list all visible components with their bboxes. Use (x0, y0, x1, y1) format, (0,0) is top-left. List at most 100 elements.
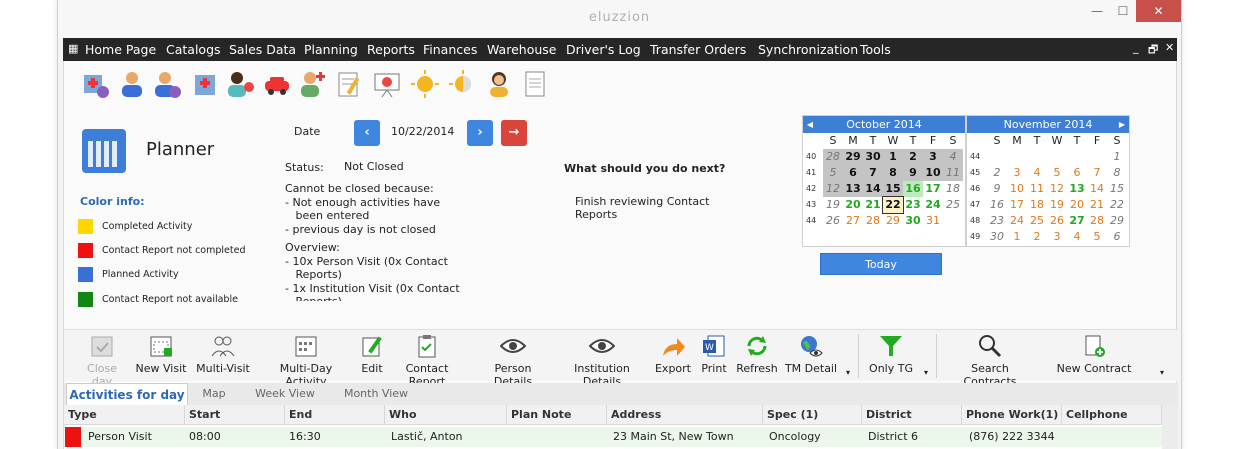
mdi-minimize-button[interactable]: _ (1133, 41, 1139, 54)
calendar-day[interactable]: 1 (1107, 149, 1127, 165)
calendar-day[interactable]: 6 (1107, 229, 1127, 245)
only-tg-button[interactable]: Only TG (868, 334, 914, 375)
tab-month-view[interactable]: Month View (332, 383, 420, 405)
person-location-icon[interactable] (225, 69, 255, 99)
calendar-day[interactable]: 7 (863, 165, 883, 181)
presentation-icon[interactable] (372, 69, 402, 99)
print-button[interactable]: W Print (698, 334, 730, 375)
calendar-day[interactable]: 30 (903, 213, 923, 229)
add-person-icon[interactable] (298, 69, 328, 99)
calendar-day[interactable]: 21 (863, 197, 883, 213)
notepad-icon[interactable] (334, 69, 364, 99)
calendar-day[interactable]: 25 (1027, 213, 1047, 229)
calendar-day[interactable]: 4 (943, 149, 963, 165)
tab-week-view[interactable]: Week View (240, 383, 330, 405)
only-tg-dropdown-icon[interactable]: ▾ (922, 368, 930, 377)
calendar-day[interactable]: 28 (863, 213, 883, 229)
calendar-day[interactable]: 2 (903, 149, 923, 165)
calendar-day[interactable]: 2 (987, 165, 1007, 181)
calendar-day[interactable]: 10 (1007, 181, 1027, 197)
calendar-day[interactable]: 8 (883, 165, 903, 181)
refresh-button[interactable]: Refresh (736, 334, 778, 375)
calendar-day[interactable]: 23 (987, 213, 1007, 229)
calendar-day[interactable]: 15 (883, 181, 903, 197)
menu-transfer-orders[interactable]: Transfer Orders (650, 42, 746, 57)
prev-day-button[interactable]: ‹ (354, 120, 380, 146)
calendar-day[interactable]: 3 (1007, 165, 1027, 181)
new-visit-button[interactable]: New Visit (134, 334, 188, 375)
search-contracts-button[interactable]: Search Contracts (944, 334, 1036, 388)
calendar-day[interactable]: 25 (943, 197, 963, 213)
calendar-day[interactable]: 26 (823, 213, 843, 229)
column-header-end[interactable]: End (285, 405, 385, 425)
calendar-day[interactable]: 16 (903, 181, 923, 197)
calendar-day[interactable]: 11 (943, 165, 963, 181)
calendar-day[interactable]: 1 (1007, 229, 1027, 245)
menu-drivers-log[interactable]: Driver's Log (566, 42, 641, 57)
calendar-day[interactable]: 9 (987, 181, 1007, 197)
calendar-day[interactable]: 10 (923, 165, 943, 181)
maximize-button[interactable]: ☐ (1110, 0, 1136, 22)
calendar-day[interactable]: 12 (1047, 181, 1067, 197)
menu-synchronization[interactable]: Synchronization (758, 42, 858, 57)
calendar-day[interactable]: 23 (903, 197, 923, 213)
calendar-day[interactable]: 19 (823, 197, 843, 213)
person-details-button[interactable]: Person Details (474, 334, 552, 388)
person-icon[interactable] (117, 69, 147, 99)
column-header-cellphone[interactable]: Cellphone (1062, 405, 1162, 425)
calendar-day[interactable]: 14 (863, 181, 883, 197)
calendar-day[interactable]: 17 (923, 181, 943, 197)
calendar-day[interactable]: 12 (823, 181, 843, 197)
new-contract-button[interactable]: New Contract (1054, 334, 1134, 375)
calendar-day[interactable]: 27 (843, 213, 863, 229)
calendar-day[interactable]: 24 (923, 197, 943, 213)
calendar-day[interactable]: 6 (843, 165, 863, 181)
half-sun-icon[interactable] (448, 69, 478, 99)
calendar-day[interactable]: 5 (1047, 165, 1067, 181)
edit-button[interactable]: Edit (356, 334, 388, 375)
today-button[interactable]: Today (820, 253, 942, 275)
menu-tools[interactable]: Tools (860, 42, 891, 57)
hospital-phone-icon[interactable] (80, 69, 110, 99)
calendar-day[interactable]: 9 (903, 165, 923, 181)
calendar-day[interactable]: 26 (1047, 213, 1067, 229)
next-day-button[interactable]: › (467, 120, 493, 146)
calendar-day[interactable]: 31 (923, 213, 943, 229)
person-phone-icon[interactable] (152, 69, 182, 99)
tab-map[interactable]: Map (192, 383, 236, 405)
calendar-day[interactable]: 28 (823, 149, 843, 165)
table-row[interactable]: Person Visit 08:00 16:30 Lastič, Anton 2… (64, 427, 1162, 447)
menu-finances[interactable]: Finances (423, 42, 477, 57)
calendar-day[interactable]: 29 (843, 149, 863, 165)
multi-visit-button[interactable]: Multi-Visit (192, 334, 254, 375)
calendar-day[interactable]: 29 (1107, 213, 1127, 229)
toolbar-overflow-icon[interactable]: ▾ (844, 368, 852, 377)
mdi-close-button[interactable]: ✕ (1165, 41, 1174, 54)
tm-detail-button[interactable]: TM Detail (782, 334, 840, 375)
column-header-who[interactable]: Who (385, 405, 507, 425)
calendar-day[interactable]: 27 (1067, 213, 1087, 229)
calendar-day[interactable]: 13 (843, 181, 863, 197)
calendar-day[interactable]: 4 (1067, 229, 1087, 245)
go-to-date-button[interactable]: → (501, 120, 527, 146)
calendar-day[interactable]: 5 (1087, 229, 1107, 245)
contact-report-button[interactable]: Contact Report (386, 334, 468, 388)
column-header-address[interactable]: Address (607, 405, 763, 425)
column-header-district[interactable]: District (862, 405, 962, 425)
calendar-prev-icon[interactable]: ◀ (803, 116, 817, 133)
calendar-day[interactable]: 19 (1047, 197, 1067, 213)
export-button[interactable]: Export (652, 334, 694, 375)
calendar-day[interactable]: 28 (1087, 213, 1107, 229)
toolbar-more-icon[interactable]: ▾ (1158, 368, 1166, 377)
calendar-day-selected[interactable]: 22 (882, 196, 904, 214)
calendar-day[interactable]: 17 (1007, 197, 1027, 213)
calendar-day[interactable]: 13 (1067, 181, 1087, 197)
column-header-type[interactable]: Type (64, 405, 185, 425)
calendar-day[interactable]: 24 (1007, 213, 1027, 229)
calendar-day[interactable]: 18 (943, 181, 963, 197)
calendar-day[interactable]: 14 (1087, 181, 1107, 197)
calendar-day[interactable]: 11 (1027, 181, 1047, 197)
calendar-day[interactable]: 22 (1107, 197, 1127, 213)
calendar-day[interactable]: 30 (863, 149, 883, 165)
menu-home-page[interactable]: Home Page (85, 42, 156, 57)
